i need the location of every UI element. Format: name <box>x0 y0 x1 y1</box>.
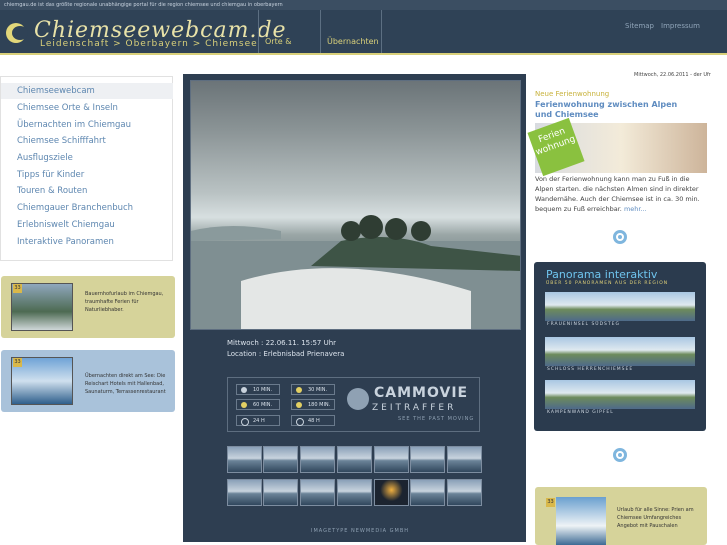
promo-text: Bauernhofurlaub im Chiemgau, traumhafte … <box>85 291 164 313</box>
panorama-caption[interactable]: SCHLOSS HERRENCHIEMSEE <box>547 367 633 372</box>
sidebar-item-chiemseewebcam[interactable]: Chiemseewebcam <box>1 83 173 99</box>
ferien-text: Von der Ferienwohnung kann man zu Fuß in… <box>535 175 700 213</box>
top-info-strip: chiemgau.de ist das größte regionale una… <box>0 0 727 10</box>
sun-icon <box>296 402 302 408</box>
webcam-image[interactable] <box>190 80 521 330</box>
archive-thumbnail[interactable] <box>410 446 445 473</box>
nav-uebernachten[interactable]: Übernachten <box>320 10 382 55</box>
camera-icon <box>347 388 369 410</box>
cammovie-brand[interactable]: CAMMOVIE <box>374 385 468 401</box>
archive-thumbnail[interactable] <box>263 479 298 506</box>
webcam-location: Location : Erlebnisbad Prienavera <box>227 350 345 358</box>
impressum-link[interactable]: Impressum <box>661 22 700 30</box>
timelapse-48h-button[interactable]: 48 H <box>291 415 335 426</box>
logo-icon[interactable] <box>6 23 28 43</box>
clock-icon <box>241 418 249 426</box>
archive-thumbnail[interactable] <box>300 446 335 473</box>
more-link[interactable]: mehr... <box>624 205 647 213</box>
nav-orte-inseln[interactable]: Orte & Inseln <box>258 10 320 110</box>
credit-text[interactable]: IMAGETYPE NEWMEDIA GMBH <box>311 528 409 534</box>
archive-thumbnail[interactable] <box>337 479 372 506</box>
panorama-image[interactable] <box>545 380 695 409</box>
promo-badge: 33 <box>13 358 22 367</box>
sidebar-item-schifffahrt[interactable]: Chiemsee Schifffahrt <box>1 133 173 149</box>
archive-thumbnail[interactable] <box>447 479 482 506</box>
sitemap-link[interactable]: Sitemap <box>625 22 654 30</box>
panorama-title[interactable]: Panorama interaktiv <box>546 268 657 281</box>
clock-icon <box>241 387 247 393</box>
webcam-datetime: Mittwoch : 22.06.11. 15:57 Uhr <box>227 339 337 347</box>
sidebar-item-erlebniswelt[interactable]: Erlebniswelt Chiemgau <box>1 217 173 233</box>
sidebar-item-ausflugsziele[interactable]: Ausflugsziele <box>1 150 173 166</box>
timelapse-60min-button[interactable]: 60 MIN. <box>236 399 280 410</box>
archive-thumbnail[interactable] <box>374 479 409 506</box>
zeitraffer-label: ZEITRAFFER <box>372 403 457 413</box>
header-accent-line <box>0 53 727 55</box>
promo-text: Urlaub für alle Sinne: Prien am Chiemsee… <box>617 507 694 529</box>
archive-thumbnail[interactable] <box>227 479 262 506</box>
archive-thumbnail[interactable] <box>300 479 335 506</box>
clock-icon <box>296 387 302 393</box>
archive-thumbnail[interactable] <box>263 446 298 473</box>
sidebar-nav: Chiemseewebcam Chiemsee Orte & Inseln Üb… <box>0 76 173 261</box>
archive-thumbnail[interactable] <box>337 446 372 473</box>
sidebar-item-branchenbuch[interactable]: Chiemgauer Branchenbuch <box>1 200 173 216</box>
current-date: Mittwoch, 22.06.2011 - der Ufr <box>634 72 711 78</box>
webcam-scene <box>191 215 520 329</box>
panorama-caption[interactable]: KAMPENWAND GIPFEL <box>547 410 614 415</box>
panorama-caption[interactable]: FRAUENINSEL SÜDSTEG <box>547 322 620 327</box>
breadcrumb: Leidenschaft > Oberbayern > Chiemsee <box>40 39 258 49</box>
archive-thumbnail[interactable] <box>227 446 262 473</box>
sidebar-item-touren[interactable]: Touren & Routen <box>1 183 173 199</box>
promo-hotels[interactable]: 33 Übernachten direkt am See: Die Reisch… <box>1 350 175 412</box>
timelapse-30min-button[interactable]: 30 MIN. <box>291 384 335 395</box>
target-icon <box>613 230 627 244</box>
ferien-title-link[interactable]: Ferienwohnung zwischen Alpen und Chiemse… <box>535 100 695 120</box>
target-icon <box>613 448 627 462</box>
sun-icon <box>241 402 247 408</box>
sidebar-item-orte-inseln[interactable]: Chiemsee Orte & Inseln <box>1 100 173 116</box>
promo-badge: 33 <box>13 284 22 293</box>
timelapse-tagline: SEE THE PAST MOVING <box>398 416 475 422</box>
archive-thumbnail[interactable] <box>374 446 409 473</box>
panorama-image[interactable] <box>545 337 695 366</box>
timelapse-10min-button[interactable]: 10 MIN. <box>236 384 280 395</box>
promo-bauernhof[interactable]: 33 Bauernhofurlaub im Chiemgau, traumhaf… <box>1 276 175 338</box>
promo-image <box>556 497 606 545</box>
promo-text: Übernachten direkt am See: Die Reischart… <box>85 373 166 395</box>
clock-icon <box>296 418 304 426</box>
timelapse-24h-button[interactable]: 24 H <box>236 415 280 426</box>
ferien-kicker: Neue Ferienwohnung <box>535 90 610 98</box>
promo-badge: 33 <box>546 498 555 507</box>
panorama-subtitle: ÜBER 50 PANORAMEN AUS DER REGION <box>546 281 669 286</box>
archive-thumbnail[interactable] <box>410 479 445 506</box>
sidebar-item-panoramen[interactable]: Interaktive Panoramen <box>1 234 173 250</box>
panorama-image[interactable] <box>545 292 695 321</box>
timelapse-180min-button[interactable]: 180 MIN. <box>291 399 335 410</box>
sidebar-item-kinder[interactable]: Tipps für Kinder <box>1 167 173 183</box>
sidebar-item-uebernachten[interactable]: Übernachten im Chiemgau <box>1 117 173 133</box>
webcam-info: Mittwoch : 22.06.11. 15:57 Uhr Location … <box>227 338 344 360</box>
archive-thumbnail[interactable] <box>447 446 482 473</box>
